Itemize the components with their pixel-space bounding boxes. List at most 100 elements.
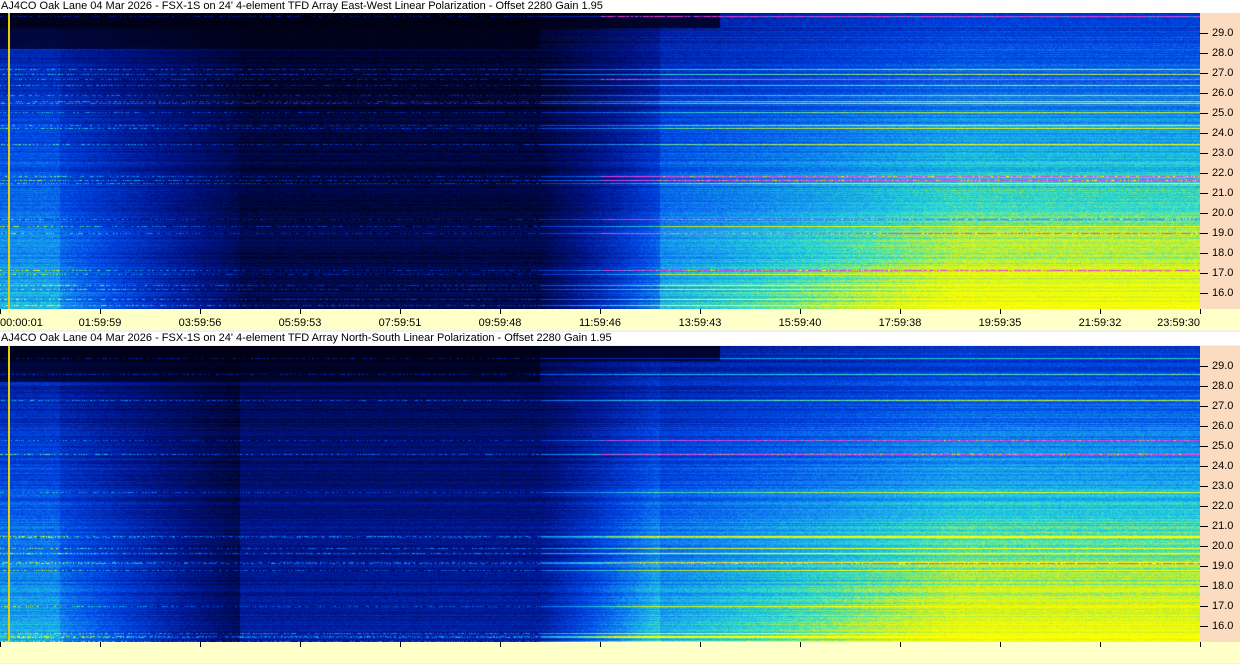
time-tick-label: 21:59:32 — [1078, 317, 1122, 329]
freq-tick: 21.0 — [1200, 519, 1240, 533]
freq-tick-label: 25.0 — [1212, 440, 1234, 452]
freq-tick-label: 23.0 — [1212, 147, 1234, 159]
freq-tick: 20.0 — [1200, 539, 1240, 553]
tick-mark — [1200, 486, 1208, 487]
freq-tick-label: 20.0 — [1212, 207, 1234, 219]
tick-mark — [1200, 273, 1208, 274]
tick-mark — [1200, 446, 1208, 447]
freq-tick: 19.0 — [1200, 559, 1240, 573]
tick-mark — [1200, 309, 1201, 314]
freq-tick-label: 28.0 — [1212, 380, 1234, 392]
freq-tick: 27.0 — [1200, 399, 1240, 413]
spectrogram-north-south[interactable] — [0, 346, 1200, 642]
freq-tick-label: 21.0 — [1212, 187, 1234, 199]
tick-mark — [1200, 386, 1208, 387]
time-tick-label: 05:59:53 — [278, 317, 322, 329]
time-cursor-marker[interactable] — [8, 13, 10, 309]
tick-mark — [900, 642, 901, 647]
freq-tick: 22.0 — [1200, 499, 1240, 513]
freq-tick-label: 20.0 — [1212, 540, 1234, 552]
tick-mark — [300, 309, 301, 314]
freq-tick-label: 17.0 — [1212, 267, 1234, 279]
panel-title: AJ4CO Oak Lane 04 Mar 2026 - FSX-1S on 2… — [0, 332, 1240, 345]
time-cursor-marker[interactable] — [8, 346, 10, 642]
freq-tick-label: 28.0 — [1212, 47, 1234, 59]
tick-mark — [1200, 606, 1208, 607]
spectrogram-canvas — [0, 346, 1200, 642]
tick-mark — [300, 642, 301, 647]
frequency-axis: 29.0 28.0 27.0 26.0 25.0 24.0 23.0 22.0 21.0 20.0… — [1200, 13, 1240, 309]
tick-mark — [1200, 366, 1208, 367]
freq-tick-label: 25.0 — [1212, 107, 1234, 119]
freq-tick: 24.0 — [1200, 126, 1240, 140]
tick-mark — [1200, 586, 1208, 587]
freq-tick: 26.0 — [1200, 86, 1240, 100]
freq-tick-label: 16.0 — [1212, 620, 1234, 632]
tick-mark — [1200, 33, 1208, 34]
freq-tick: 23.0 — [1200, 479, 1240, 493]
tick-mark — [1200, 253, 1208, 254]
time-axis: 00:00:01 01:59:59 03:59:56 05:59:53 07:59:51… — [0, 309, 1240, 330]
tick-mark — [900, 309, 901, 314]
freq-tick: 19.0 — [1200, 226, 1240, 240]
tick-mark — [100, 309, 101, 314]
time-tick-label: 01:59:59 — [78, 317, 122, 329]
freq-tick-label: 17.0 — [1212, 600, 1234, 612]
freq-tick: 21.0 — [1200, 186, 1240, 200]
tick-mark — [1000, 309, 1001, 314]
tick-mark — [1200, 526, 1208, 527]
tick-mark — [1200, 426, 1208, 427]
freq-tick: 23.0 — [1200, 146, 1240, 160]
tick-mark — [1200, 233, 1208, 234]
time-tick-label: 11:59:46 — [578, 317, 622, 329]
tick-mark — [400, 642, 401, 647]
freq-tick-label: 19.0 — [1212, 560, 1234, 572]
tick-mark — [1200, 153, 1208, 154]
tick-mark — [600, 642, 601, 647]
tick-mark — [800, 642, 801, 647]
freq-tick-label: 18.0 — [1212, 247, 1234, 259]
freq-tick-label: 19.0 — [1212, 227, 1234, 239]
tick-mark — [1200, 133, 1208, 134]
time-tick-label: 13:59:43 — [678, 317, 722, 329]
freq-tick: 18.0 — [1200, 246, 1240, 260]
tick-mark — [1200, 626, 1208, 627]
freq-tick: 24.0 — [1200, 459, 1240, 473]
tick-mark — [200, 642, 201, 647]
freq-tick: 16.0 — [1200, 619, 1240, 633]
freq-tick-label: 16.0 — [1212, 287, 1234, 299]
tick-mark — [1200, 213, 1208, 214]
freq-tick-label: 21.0 — [1212, 520, 1234, 532]
freq-tick: 16.0 — [1200, 286, 1240, 300]
tick-mark — [1200, 406, 1208, 407]
tick-mark — [1100, 309, 1101, 314]
spectrogram-east-west[interactable] — [0, 13, 1200, 309]
time-tick-label: 07:59:51 — [378, 317, 422, 329]
time-tick-label: 17:59:38 — [878, 317, 922, 329]
freq-tick: 25.0 — [1200, 439, 1240, 453]
freq-tick-label: 29.0 — [1212, 27, 1234, 39]
freq-tick-label: 27.0 — [1212, 67, 1234, 79]
time-tick-label: 19:59:35 — [978, 317, 1022, 329]
freq-tick: 26.0 — [1200, 419, 1240, 433]
freq-tick-label: 26.0 — [1212, 87, 1234, 99]
tick-mark — [500, 309, 501, 314]
panel-title: AJ4CO Oak Lane 04 Mar 2026 - FSX-1S on 2… — [0, 0, 1240, 13]
tick-mark — [1100, 642, 1101, 647]
freq-tick-label: 24.0 — [1212, 127, 1234, 139]
freq-tick-label: 27.0 — [1212, 400, 1234, 412]
freq-tick-label: 26.0 — [1212, 420, 1234, 432]
freq-tick: 17.0 — [1200, 266, 1240, 280]
tick-mark — [0, 642, 1, 647]
tick-mark — [200, 309, 201, 314]
freq-tick: 22.0 — [1200, 166, 1240, 180]
tick-mark — [1000, 642, 1001, 647]
tick-mark — [500, 642, 501, 647]
freq-tick: 28.0 — [1200, 379, 1240, 393]
freq-tick-label: 22.0 — [1212, 167, 1234, 179]
tick-mark — [100, 642, 101, 647]
time-axis-bottom — [0, 642, 1240, 663]
freq-tick: 28.0 — [1200, 46, 1240, 60]
frequency-axis: 29.0 28.0 27.0 26.0 25.0 24.0 23.0 22.0 21.0 20.0… — [1200, 346, 1240, 642]
tick-mark — [1200, 506, 1208, 507]
